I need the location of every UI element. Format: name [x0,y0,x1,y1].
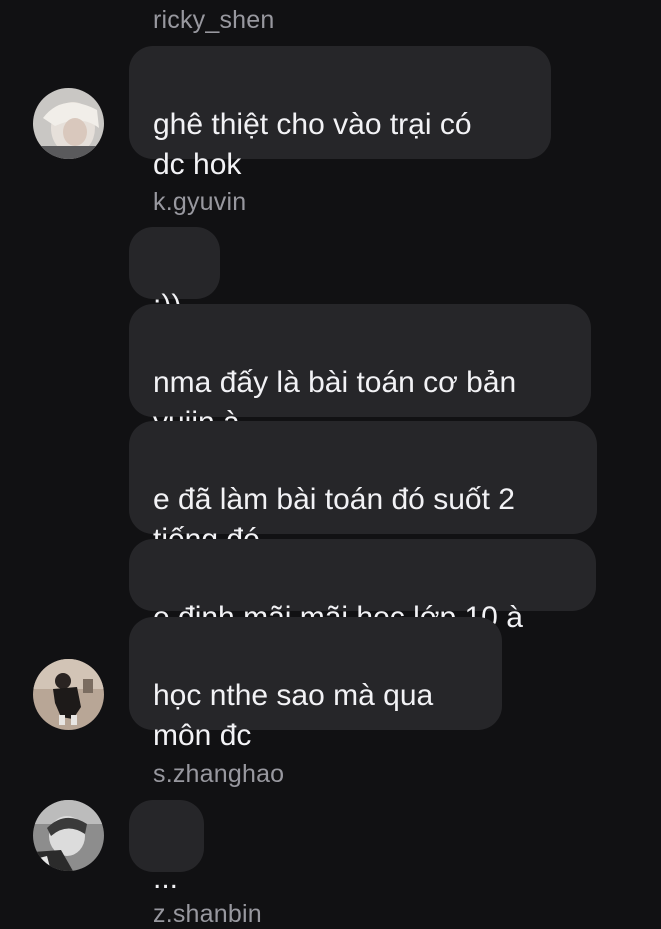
message-text: ... [153,862,179,895]
message-bubble[interactable]: nma đấy là bài toán cơ bản yujin à [129,304,591,439]
avatar-zhanghao[interactable] [33,800,104,871]
message-bubble[interactable]: ... [129,800,204,895]
message-bubble[interactable]: học nthe sao mà qua môn đc [129,617,502,752]
sender-name-ricky[interactable]: ricky_shen [153,6,275,35]
avatar-gyuvin[interactable] [33,659,104,730]
avatar-ricky[interactable] [33,88,104,159]
avatar-gyuvin-icon [33,659,104,730]
avatar-ricky-icon [33,88,104,159]
message-bubble[interactable]: e đã làm bài toán đó suốt 2 tiếng đó [129,421,597,556]
message-bubble[interactable]: e định mãi mãi học lớp 10 à [129,539,596,634]
sender-name-zhanghao[interactable]: s.zhanghao [153,760,284,789]
avatar-zhanghao-icon [33,800,104,871]
message-bubble[interactable]: :)) [129,227,220,322]
message-text: ghê thiệt cho vào trại có dc hok [153,108,472,181]
sender-name-shanbin[interactable]: z.shanbin [153,900,262,929]
message-bubble[interactable]: ghê thiệt cho vào trại có dc hok [129,46,551,181]
message-text: học nthe sao mà qua môn đc [153,679,434,752]
sender-name-gyuvin[interactable]: k.gyuvin [153,188,246,217]
